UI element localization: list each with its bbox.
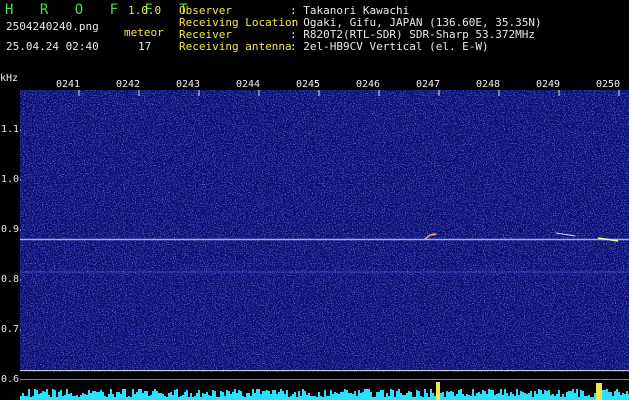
time-tick-label: 0246 bbox=[356, 79, 381, 90]
meteor-level-spike-2 bbox=[596, 383, 602, 400]
frequency-tick-label: 0.8 bbox=[1, 274, 20, 285]
frequency-unit: kHz bbox=[0, 73, 19, 84]
meteor-label: meteor bbox=[124, 26, 164, 39]
spectrum-noise bbox=[20, 90, 629, 372]
meteor-count: 17 bbox=[138, 40, 152, 53]
time-tick-label: 0245 bbox=[296, 79, 321, 90]
time-tick-label: 0242 bbox=[116, 79, 141, 90]
frequency-tick-label: 0.7 bbox=[1, 324, 20, 335]
header-panel: H R O F F T 1.0.0 2504240240.png meteor … bbox=[0, 0, 629, 72]
time-tick-label: 0247 bbox=[416, 79, 441, 90]
frequency-tick-label: 1.1 bbox=[1, 124, 20, 135]
spectrogram bbox=[0, 90, 629, 400]
time-tick-label: 0244 bbox=[236, 79, 261, 90]
antenna-label: Receiving antenna bbox=[179, 40, 292, 53]
app-version: 1.0.0 bbox=[128, 4, 162, 17]
time-tick-label: 0250 bbox=[596, 79, 621, 90]
time-tick-label: 0248 bbox=[476, 79, 501, 90]
app-name: H R O F F T bbox=[5, 2, 197, 18]
timestamp: 25.04.24 02:40 bbox=[6, 40, 99, 53]
time-tick-label: 0243 bbox=[176, 79, 201, 90]
file-name: 2504240240.png bbox=[6, 20, 99, 33]
frequency-tick-label: 0.9 bbox=[1, 224, 20, 235]
antenna-value: : 2el-HB9CV Vertical (el. E-W) bbox=[290, 40, 489, 53]
meteor-level-spike bbox=[436, 382, 440, 400]
time-tick-label: 0249 bbox=[536, 79, 561, 90]
frequency-tick-label: 1.0 bbox=[1, 174, 20, 185]
frequency-axis-panel bbox=[0, 74, 20, 400]
frequency-tick-label: 0.6 bbox=[1, 374, 20, 385]
time-tick-label: 0241 bbox=[56, 79, 81, 90]
